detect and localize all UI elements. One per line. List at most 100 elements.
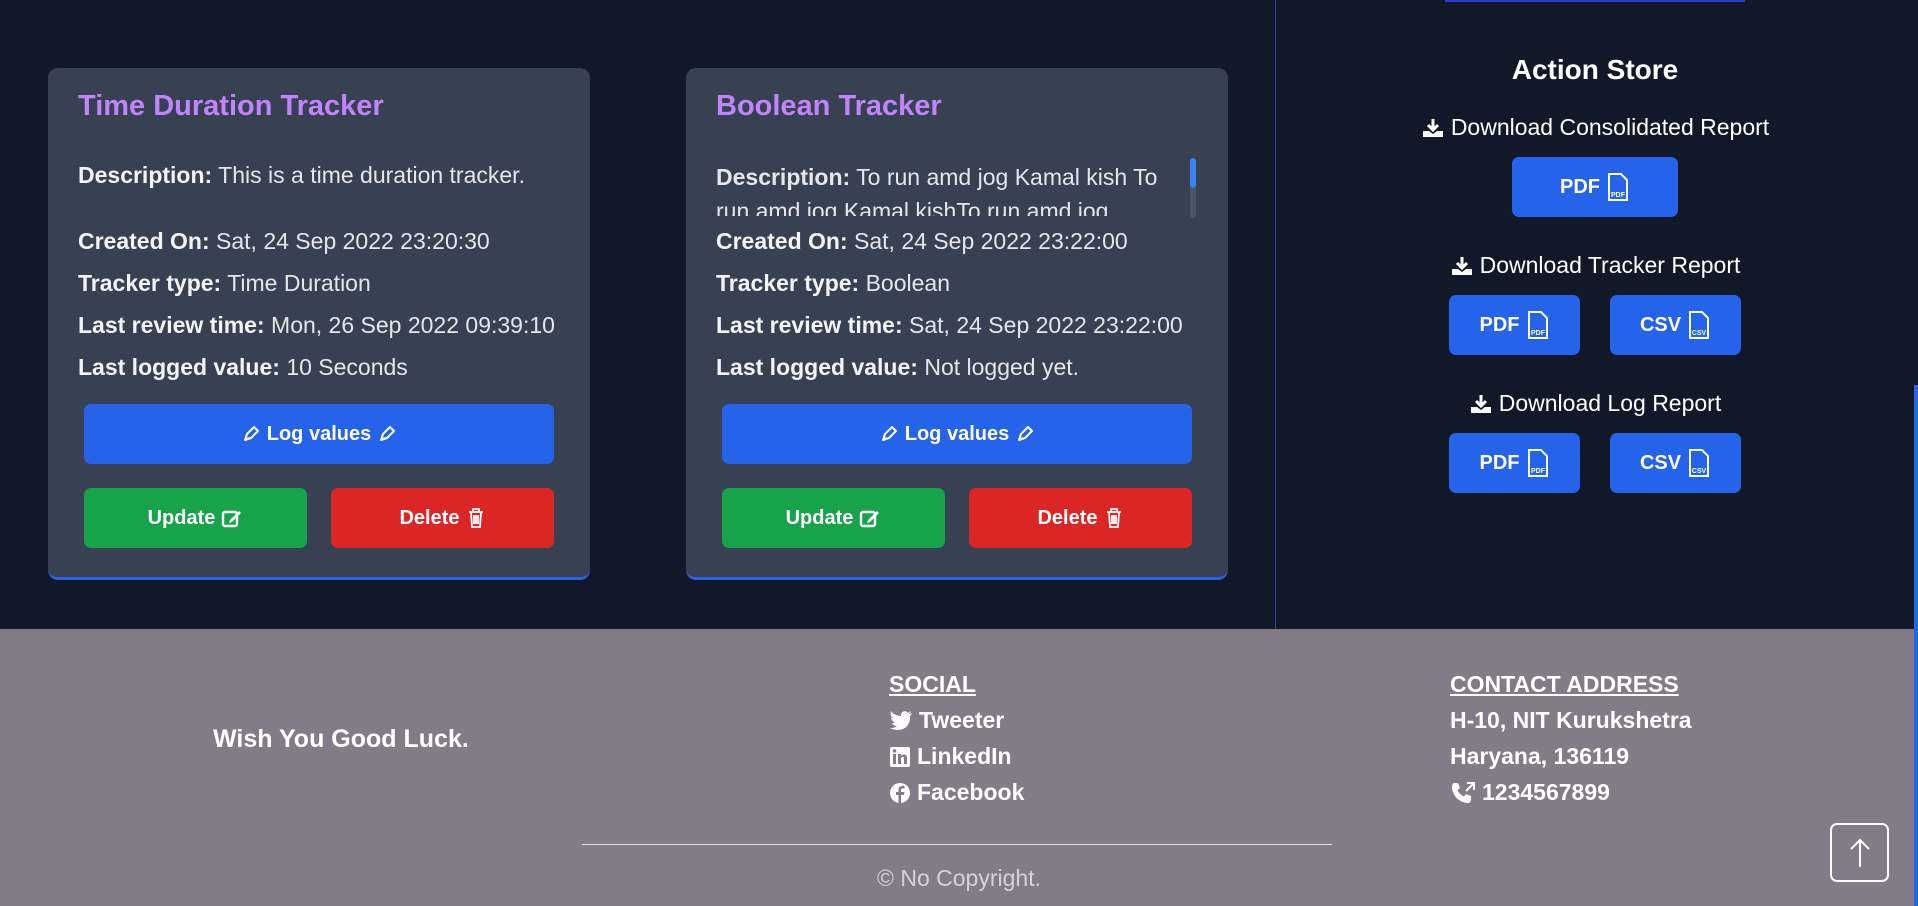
tracker-pdf-button[interactable]: PDF PDF bbox=[1449, 295, 1580, 355]
update-button[interactable]: Update bbox=[722, 488, 945, 548]
pdf-file-tag: PDF bbox=[1611, 192, 1626, 199]
consolidated-pdf-button[interactable]: PDF PDF bbox=[1512, 157, 1678, 217]
type-value: Time Duration bbox=[227, 270, 371, 296]
tracker-created: Created On: Sat, 24 Sep 2022 23:22:00 bbox=[716, 228, 1128, 255]
phone-number: 1234567899 bbox=[1482, 779, 1610, 805]
main-area: Time Duration Tracker Description: This … bbox=[0, 0, 1918, 629]
log-values-label: Log values bbox=[904, 422, 1010, 445]
action-store-title: Action Store bbox=[1511, 54, 1679, 85]
pen-icon bbox=[879, 424, 899, 444]
social-link-linkedin[interactable]: LinkedIn bbox=[889, 743, 1012, 770]
social-link-twitter[interactable]: Tweeter bbox=[889, 707, 1004, 734]
tracker-description: Description: To run amd jog Kamal kish T… bbox=[716, 160, 1184, 216]
csv-file-tag: CSV bbox=[1692, 468, 1707, 475]
tracker-type: Tracker type: Time Duration bbox=[78, 270, 371, 297]
log-pdf-button[interactable]: PDF PDF bbox=[1449, 433, 1580, 493]
log-csv-button[interactable]: CSV CSV bbox=[1610, 433, 1741, 493]
delete-label: Delete bbox=[399, 506, 460, 529]
tracker-logged: Last logged value: 10 Seconds bbox=[78, 354, 408, 381]
logged-label: Last logged value: bbox=[716, 354, 918, 380]
tracker-title[interactable]: Boolean Tracker bbox=[716, 90, 942, 123]
tracker-card: Boolean Tracker Description: To run amd … bbox=[686, 68, 1228, 580]
download-icon bbox=[1469, 393, 1493, 415]
log-report-label: Download Log Report bbox=[1498, 390, 1722, 416]
description-scrollbar[interactable] bbox=[1190, 158, 1196, 218]
contact-heading: CONTACT ADDRESS bbox=[1450, 671, 1679, 697]
review-value: Sat, 24 Sep 2022 23:22:00 bbox=[909, 312, 1183, 338]
csv-label: CSV bbox=[1639, 451, 1682, 474]
linkedin-icon bbox=[889, 746, 911, 768]
social-link-facebook[interactable]: Facebook bbox=[889, 779, 1024, 806]
pdf-file-icon: PDF bbox=[1606, 172, 1630, 202]
pdf-label: PDF bbox=[1560, 175, 1600, 198]
delete-button[interactable]: Delete bbox=[969, 488, 1192, 548]
type-value: Boolean bbox=[865, 270, 951, 296]
log-values-label: Log values bbox=[266, 422, 372, 445]
pdf-label: PDF bbox=[1479, 313, 1520, 336]
logged-value: Not logged yet. bbox=[924, 354, 1080, 380]
pen-icon bbox=[1015, 424, 1035, 444]
tracker-logged: Last logged value: Not logged yet. bbox=[716, 354, 1079, 381]
logged-value: 10 Seconds bbox=[286, 354, 408, 380]
edit-icon bbox=[221, 507, 243, 529]
log-values-button[interactable]: Log values bbox=[84, 404, 554, 464]
trash-icon bbox=[1104, 507, 1124, 529]
review-value: Mon, 26 Sep 2022 09:39:10 bbox=[271, 312, 555, 338]
linkedin-label: LinkedIn bbox=[917, 743, 1012, 769]
log-values-button[interactable]: Log values bbox=[722, 404, 1192, 464]
footer-divider bbox=[582, 844, 1332, 845]
log-report-heading: Download Log Report bbox=[1276, 390, 1914, 417]
social-heading: SOCIAL bbox=[889, 671, 976, 697]
address-line-2: Haryana, 136119 bbox=[1450, 743, 1630, 769]
download-icon bbox=[1421, 117, 1445, 139]
csv-file-icon: CSV bbox=[1687, 448, 1711, 478]
twitter-label: Tweeter bbox=[919, 707, 1005, 733]
review-label: Last review time: bbox=[78, 312, 265, 338]
tracker-csv-button[interactable]: CSV CSV bbox=[1610, 295, 1741, 355]
tracker-report-label: Download Tracker Report bbox=[1479, 252, 1741, 278]
phone-icon bbox=[1450, 781, 1476, 805]
csv-file-icon: CSV bbox=[1687, 310, 1711, 340]
description-label: Description: bbox=[716, 164, 851, 190]
address-line-1: H-10, NIT Kurukshetra bbox=[1450, 707, 1692, 733]
phone-contact: 1234567899 bbox=[1450, 779, 1610, 806]
tracker-report-heading: Download Tracker Report bbox=[1276, 252, 1914, 279]
delete-button[interactable]: Delete bbox=[331, 488, 554, 548]
tracker-review: Last review time: Sat, 24 Sep 2022 23:22… bbox=[716, 312, 1183, 339]
description-value: This is a time duration tracker. bbox=[218, 162, 525, 188]
scrollbar-thumb[interactable] bbox=[1190, 158, 1196, 188]
pdf-file-icon: PDF bbox=[1526, 448, 1550, 478]
tracker-title[interactable]: Time Duration Tracker bbox=[78, 90, 384, 123]
pen-icon bbox=[241, 424, 261, 444]
pen-icon bbox=[377, 424, 397, 444]
action-store: Action Store Download Consolidated Repor… bbox=[1276, 0, 1914, 629]
tracker-created: Created On: Sat, 24 Sep 2022 23:20:30 bbox=[78, 228, 490, 255]
trash-icon bbox=[466, 507, 486, 529]
tracker-review: Last review time: Mon, 26 Sep 2022 09:39… bbox=[78, 312, 555, 339]
scroll-to-top-button[interactable] bbox=[1830, 823, 1889, 882]
footer: Wish You Good Luck. SOCIAL Tweeter Linke… bbox=[0, 629, 1918, 906]
delete-label: Delete bbox=[1037, 506, 1098, 529]
consolidated-report-label: Download Consolidated Report bbox=[1450, 114, 1770, 140]
download-icon bbox=[1450, 255, 1474, 277]
tracker-type: Tracker type: Boolean bbox=[716, 270, 950, 297]
created-value: Sat, 24 Sep 2022 23:20:30 bbox=[216, 228, 490, 254]
update-label: Update bbox=[147, 506, 216, 529]
pdf-file-icon: PDF bbox=[1526, 310, 1550, 340]
logged-label: Last logged value: bbox=[78, 354, 280, 380]
created-label: Created On: bbox=[716, 228, 848, 254]
type-label: Tracker type: bbox=[716, 270, 860, 296]
page-scrollbar[interactable] bbox=[1914, 385, 1918, 906]
created-label: Created On: bbox=[78, 228, 210, 254]
copyright-text: © No Copyright. bbox=[877, 865, 1041, 891]
description-label: Description: bbox=[78, 162, 213, 188]
created-value: Sat, 24 Sep 2022 23:22:00 bbox=[854, 228, 1128, 254]
pdf-label: PDF bbox=[1479, 451, 1520, 474]
review-label: Last review time: bbox=[716, 312, 903, 338]
arrow-up-icon bbox=[1848, 837, 1872, 869]
tracker-card: Time Duration Tracker Description: This … bbox=[48, 68, 590, 580]
footer-tagline: Wish You Good Luck. bbox=[213, 725, 469, 753]
update-button[interactable]: Update bbox=[84, 488, 307, 548]
update-label: Update bbox=[785, 506, 854, 529]
pdf-file-tag: PDF bbox=[1531, 330, 1546, 337]
